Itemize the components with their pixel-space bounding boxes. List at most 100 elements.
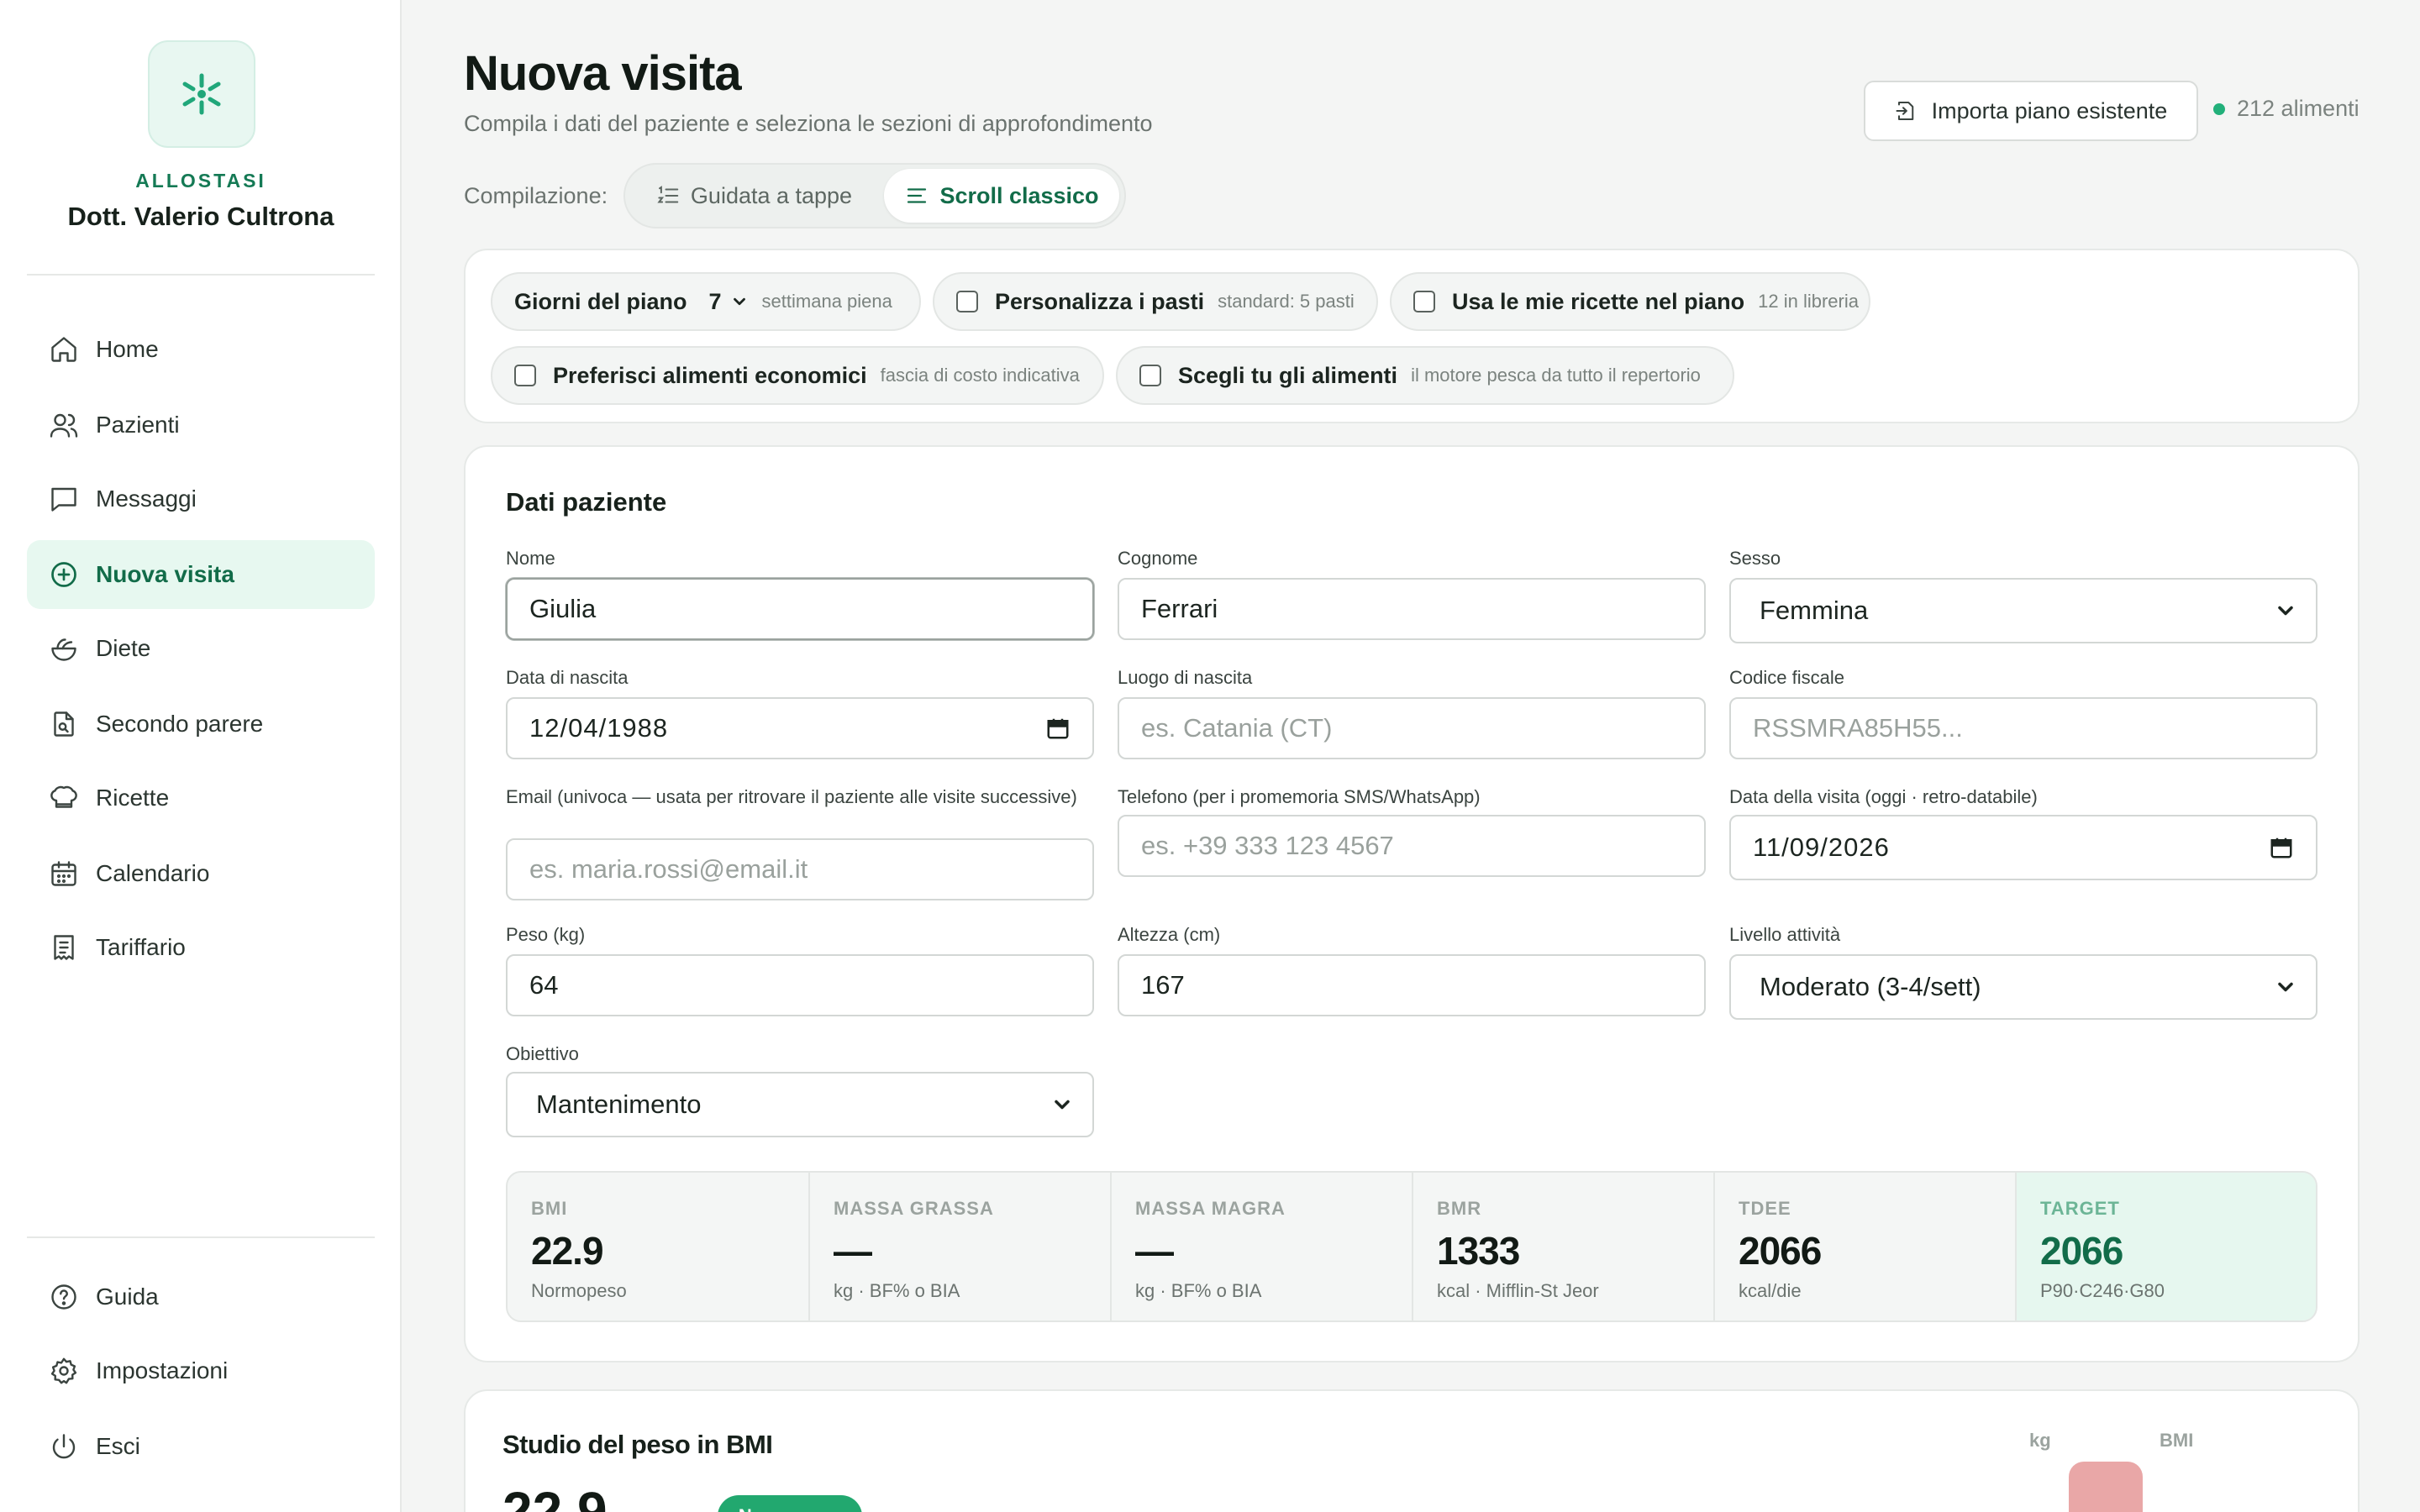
cognome-value: Ferrari [1141, 594, 1218, 623]
email-placeholder: es. maria.rossi@email.it [529, 854, 808, 884]
text-align-icon [908, 188, 927, 203]
sidebar-item-label: Tariffario [96, 934, 186, 960]
app-logo[interactable] [148, 40, 255, 148]
telefono-label: Telefono (per i promemoria SMS/WhatsApp) [1118, 786, 1481, 807]
metric-title: MASSA GRASSA [834, 1198, 994, 1219]
metric-title: TDEE [1739, 1198, 1791, 1219]
peso-label: Peso (kg) [506, 924, 586, 945]
plan-days-select[interactable]: 7 [709, 289, 749, 315]
sidebar-item-calendario[interactable]: Calendario [27, 839, 375, 908]
sidebar-item-home[interactable]: Home [27, 315, 375, 384]
power-icon [49, 1431, 79, 1462]
metric-massa-magra: MASSA MAGRA — kg · BF% o BIA [1112, 1173, 1413, 1320]
sidebar-divider [27, 1236, 375, 1238]
home-icon [49, 334, 79, 365]
luogo-nascita-label: Luogo di nascita [1118, 667, 1253, 688]
patient-section-title: Dati paziente [506, 487, 667, 517]
chevron-down-icon [1055, 1100, 1070, 1110]
plan-days-option: Giorni del piano 7 settimana piena [491, 272, 921, 331]
chevron-down-icon [733, 297, 745, 306]
attivita-select[interactable]: Moderato (3‑4/sett) [1729, 954, 2317, 1020]
email-field[interactable]: es. maria.rossi@email.it [506, 838, 1094, 900]
compilation-mode-label: Compilazione: [464, 183, 608, 208]
chevron-down-icon [2278, 606, 2293, 616]
codice-fiscale-field[interactable]: RSSMRA85H55... [1729, 697, 2317, 759]
choose-foods-checkbox[interactable] [1139, 365, 1161, 386]
status-dot [2213, 102, 2225, 115]
help-circle-icon [49, 1282, 79, 1312]
metric-sub: kcal · Mifflin-St Jeor [1437, 1280, 1599, 1301]
sidebar-divider [27, 274, 375, 276]
sidebar-item-label: Calendario [96, 860, 210, 886]
metric-title: MASSA MAGRA [1135, 1198, 1286, 1219]
altezza-field[interactable]: 167 [1118, 954, 1706, 1016]
data-nascita-field[interactable]: 12/04/1988 [506, 697, 1094, 759]
asterisk-logo-icon [182, 73, 221, 115]
custom-meals-option[interactable]: Personalizza i pasti standard: 5 pasti [933, 272, 1378, 331]
sidebar-item-messaggi[interactable]: Messaggi [27, 465, 375, 533]
obiettivo-value: Mantenimento [536, 1089, 702, 1119]
sidebar-item-esci[interactable]: Esci [27, 1412, 375, 1481]
mode-guided-button[interactable]: Guidata a tappe [632, 169, 876, 223]
cheap-foods-option[interactable]: Preferisci alimenti economici fascia di … [491, 346, 1104, 405]
metric-value: 2066 [1739, 1229, 1822, 1273]
calendar-icon[interactable] [1045, 716, 1071, 741]
sidebar-item-label: Secondo parere [96, 711, 264, 737]
my-recipes-option[interactable]: Usa le mie ricette nel piano 12 in libre… [1390, 272, 1870, 331]
sidebar-item-guida[interactable]: Guida [27, 1263, 375, 1331]
my-recipes-label: Usa le mie ricette nel piano [1452, 288, 1745, 314]
peso-value: 64 [529, 970, 559, 1000]
choose-foods-option[interactable]: Scegli tu gli alimenti il motore pesca d… [1116, 346, 1734, 405]
page-title: Nuova visita [464, 46, 742, 101]
nome-value: Giulia [529, 594, 597, 623]
metric-value: — [1135, 1229, 1174, 1273]
plan-days-hint: settimana piena [761, 291, 892, 312]
metric-value: 1333 [1437, 1229, 1520, 1273]
chevron-down-icon [2278, 982, 2293, 992]
peso-field[interactable]: 64 [506, 954, 1094, 1016]
metric-sub: kcal/die [1739, 1280, 1802, 1301]
bmi-column-bmi-label: BMI [2160, 1430, 2194, 1451]
attivita-label: Livello attività [1729, 924, 1841, 945]
choose-foods-label: Scegli tu gli alimenti [1178, 362, 1398, 388]
my-recipes-checkbox[interactable] [1413, 291, 1435, 312]
codice-fiscale-label: Codice fiscale [1729, 667, 1844, 688]
altezza-value: 167 [1141, 970, 1185, 1000]
telefono-field[interactable]: es. +39 333 123 4567 [1118, 815, 1706, 877]
compilation-mode-toggle: Guidata a tappe Scroll classico [623, 163, 1126, 228]
bmi-scale-bar [2069, 1462, 2143, 1512]
custom-meals-checkbox[interactable] [956, 291, 978, 312]
bmi-column-kg-label: kg [2029, 1430, 2051, 1451]
data-visita-value: 11/09/2026 [1753, 832, 1890, 862]
sidebar-item-impostazioni[interactable]: Impostazioni [27, 1336, 375, 1405]
gear-icon [49, 1356, 79, 1386]
data-nascita-label: Data di nascita [506, 667, 629, 688]
sidebar: ALLOSTASI Dott. Valerio Cultrona Home Pa… [0, 0, 402, 1512]
metric-sub: Normopeso [531, 1280, 627, 1301]
cognome-label: Cognome [1118, 548, 1198, 569]
nome-field[interactable]: Giulia [506, 578, 1094, 640]
cheap-foods-checkbox[interactable] [514, 365, 536, 386]
sidebar-item-tariffario[interactable]: Tariffario [27, 913, 375, 982]
telefono-placeholder: es. +39 333 123 4567 [1141, 831, 1394, 860]
import-plan-label: Importa piano esistente [1931, 97, 2168, 123]
plus-circle-icon [49, 559, 79, 590]
sidebar-item-pazienti[interactable]: Pazienti [27, 391, 375, 459]
data-visita-field[interactable]: 11/09/2026 [1729, 815, 2317, 880]
metric-sub: kg · BF% o BIA [1135, 1280, 1262, 1301]
mode-scroll-button[interactable]: Scroll classico [884, 169, 1119, 223]
sidebar-item-ricette[interactable]: Ricette [27, 764, 375, 832]
luogo-nascita-field[interactable]: es. Catania (CT) [1118, 697, 1706, 759]
import-plan-button[interactable]: Importa piano esistente [1864, 81, 2198, 141]
sidebar-item-diete[interactable]: Diete [27, 614, 375, 683]
altezza-label: Altezza (cm) [1118, 924, 1221, 945]
sidebar-item-nuova-visita[interactable]: Nuova visita [27, 540, 375, 609]
cognome-field[interactable]: Ferrari [1118, 578, 1706, 640]
email-label: Email (univoca — usata per ritrovare il … [506, 786, 1077, 807]
sidebar-item-secondo-parere[interactable]: Secondo parere [27, 690, 375, 759]
obiettivo-select[interactable]: Mantenimento [506, 1072, 1094, 1137]
calendar-icon[interactable] [2269, 835, 2294, 860]
sesso-select[interactable]: Femmina [1729, 578, 2317, 643]
metric-sub: kg · BF% o BIA [834, 1280, 960, 1301]
plan-days-value: 7 [708, 288, 722, 314]
